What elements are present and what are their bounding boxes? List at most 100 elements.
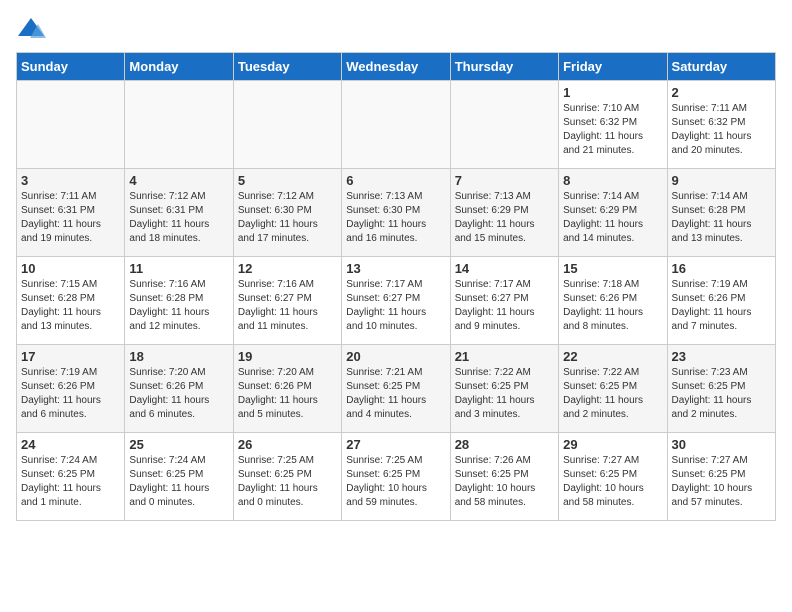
day-info: Sunrise: 7:23 AM Sunset: 6:25 PM Dayligh… [672,366,771,422]
day-number: 29 [563,437,662,452]
calendar-cell: 12 Sunrise: 7:16 AM Sunset: 6:27 PM Dayli… [233,257,341,345]
day-info: Sunrise: 7:13 AM Sunset: 6:29 PM Dayligh… [455,190,554,246]
calendar-cell: 26 Sunrise: 7:25 AM Sunset: 6:25 PM Dayli… [233,433,341,521]
calendar-cell: 16 Sunrise: 7:19 AM Sunset: 6:26 PM Dayli… [667,257,775,345]
day-number: 28 [455,437,554,452]
day-info: Sunrise: 7:25 AM Sunset: 6:25 PM Dayligh… [238,454,337,510]
day-info: Sunrise: 7:11 AM Sunset: 6:31 PM Dayligh… [21,190,120,246]
calendar-cell: 30 Sunrise: 7:27 AM Sunset: 6:25 PM Dayli… [667,433,775,521]
calendar-cell: 22 Sunrise: 7:22 AM Sunset: 6:25 PM Dayli… [559,345,667,433]
day-info: Sunrise: 7:24 AM Sunset: 6:25 PM Dayligh… [129,454,228,510]
day-number: 3 [21,173,120,188]
header [16,16,776,40]
calendar-cell: 17 Sunrise: 7:19 AM Sunset: 6:26 PM Dayli… [17,345,125,433]
day-info: Sunrise: 7:12 AM Sunset: 6:31 PM Dayligh… [129,190,228,246]
day-number: 8 [563,173,662,188]
day-info: Sunrise: 7:17 AM Sunset: 6:27 PM Dayligh… [455,278,554,334]
day-info: Sunrise: 7:14 AM Sunset: 6:28 PM Dayligh… [672,190,771,246]
day-info: Sunrise: 7:22 AM Sunset: 6:25 PM Dayligh… [563,366,662,422]
day-info: Sunrise: 7:25 AM Sunset: 6:25 PM Dayligh… [346,454,445,510]
day-number: 5 [238,173,337,188]
day-number: 10 [21,261,120,276]
calendar-cell: 20 Sunrise: 7:21 AM Sunset: 6:25 PM Dayli… [342,345,450,433]
day-number: 26 [238,437,337,452]
day-number: 11 [129,261,228,276]
week-row-0: 1 Sunrise: 7:10 AM Sunset: 6:32 PM Daylig… [17,81,776,169]
day-info: Sunrise: 7:12 AM Sunset: 6:30 PM Dayligh… [238,190,337,246]
day-info: Sunrise: 7:26 AM Sunset: 6:25 PM Dayligh… [455,454,554,510]
day-info: Sunrise: 7:20 AM Sunset: 6:26 PM Dayligh… [129,366,228,422]
calendar-cell [125,81,233,169]
day-info: Sunrise: 7:27 AM Sunset: 6:25 PM Dayligh… [672,454,771,510]
day-number: 20 [346,349,445,364]
day-number: 13 [346,261,445,276]
calendar-cell: 29 Sunrise: 7:27 AM Sunset: 6:25 PM Dayli… [559,433,667,521]
calendar-cell: 4 Sunrise: 7:12 AM Sunset: 6:31 PM Daylig… [125,169,233,257]
day-number: 19 [238,349,337,364]
calendar-cell: 11 Sunrise: 7:16 AM Sunset: 6:28 PM Dayli… [125,257,233,345]
day-header-thursday: Thursday [450,53,558,81]
day-header-friday: Friday [559,53,667,81]
calendar-cell: 9 Sunrise: 7:14 AM Sunset: 6:28 PM Daylig… [667,169,775,257]
week-row-2: 10 Sunrise: 7:15 AM Sunset: 6:28 PM Dayli… [17,257,776,345]
calendar-cell: 7 Sunrise: 7:13 AM Sunset: 6:29 PM Daylig… [450,169,558,257]
day-number: 30 [672,437,771,452]
calendar-cell: 5 Sunrise: 7:12 AM Sunset: 6:30 PM Daylig… [233,169,341,257]
day-number: 21 [455,349,554,364]
day-number: 2 [672,85,771,100]
calendar-cell [17,81,125,169]
day-number: 9 [672,173,771,188]
day-number: 18 [129,349,228,364]
day-header-monday: Monday [125,53,233,81]
calendar-cell: 19Sunrise: 7:20 AM Sunset: 6:26 PM Dayli… [233,345,341,433]
day-info: Sunrise: 7:19 AM Sunset: 6:26 PM Dayligh… [672,278,771,334]
day-info: Sunrise: 7:16 AM Sunset: 6:27 PM Dayligh… [238,278,337,334]
day-header-tuesday: Tuesday [233,53,341,81]
calendar-cell: 24 Sunrise: 7:24 AM Sunset: 6:25 PM Dayli… [17,433,125,521]
day-info: Sunrise: 7:16 AM Sunset: 6:28 PM Dayligh… [129,278,228,334]
day-number: 7 [455,173,554,188]
day-info: Sunrise: 7:27 AM Sunset: 6:25 PM Dayligh… [563,454,662,510]
day-info: Sunrise: 7:11 AM Sunset: 6:32 PM Dayligh… [672,102,771,158]
day-number: 22 [563,349,662,364]
week-row-3: 17 Sunrise: 7:19 AM Sunset: 6:26 PM Dayli… [17,345,776,433]
logo-icon [16,16,46,40]
day-number: 27 [346,437,445,452]
day-info: Sunrise: 7:14 AM Sunset: 6:29 PM Dayligh… [563,190,662,246]
day-info: Sunrise: 7:19 AM Sunset: 6:26 PM Dayligh… [21,366,120,422]
calendar-cell [450,81,558,169]
day-number: 1 [563,85,662,100]
calendar-cell: 14 Sunrise: 7:17 AM Sunset: 6:27 PM Dayli… [450,257,558,345]
calendar-cell: 10 Sunrise: 7:15 AM Sunset: 6:28 PM Dayli… [17,257,125,345]
calendar-cell: 21Sunrise: 7:22 AM Sunset: 6:25 PM Dayli… [450,345,558,433]
day-number: 24 [21,437,120,452]
calendar-cell: 15 Sunrise: 7:18 AM Sunset: 6:26 PM Dayli… [559,257,667,345]
day-number: 16 [672,261,771,276]
day-header-saturday: Saturday [667,53,775,81]
day-header-wednesday: Wednesday [342,53,450,81]
calendar-cell: 3 Sunrise: 7:11 AM Sunset: 6:31 PM Daylig… [17,169,125,257]
day-info: Sunrise: 7:21 AM Sunset: 6:25 PM Dayligh… [346,366,445,422]
calendar-cell: 25Sunrise: 7:24 AM Sunset: 6:25 PM Dayli… [125,433,233,521]
calendar-cell: 18 Sunrise: 7:20 AM Sunset: 6:26 PM Dayli… [125,345,233,433]
day-info: Sunrise: 7:24 AM Sunset: 6:25 PM Dayligh… [21,454,120,510]
day-info: Sunrise: 7:10 AM Sunset: 6:32 PM Dayligh… [563,102,662,158]
day-number: 4 [129,173,228,188]
day-number: 14 [455,261,554,276]
calendar-cell [233,81,341,169]
day-info: Sunrise: 7:17 AM Sunset: 6:27 PM Dayligh… [346,278,445,334]
calendar-cell: 6Sunrise: 7:13 AM Sunset: 6:30 PM Daylig… [342,169,450,257]
calendar-cell: 2 Sunrise: 7:11 AM Sunset: 6:32 PM Daylig… [667,81,775,169]
day-info: Sunrise: 7:15 AM Sunset: 6:28 PM Dayligh… [21,278,120,334]
day-number: 15 [563,261,662,276]
day-info: Sunrise: 7:18 AM Sunset: 6:26 PM Dayligh… [563,278,662,334]
calendar-cell: 8 Sunrise: 7:14 AM Sunset: 6:29 PM Daylig… [559,169,667,257]
calendar-cell: 27 Sunrise: 7:25 AM Sunset: 6:25 PM Dayli… [342,433,450,521]
day-number: 12 [238,261,337,276]
day-number: 6 [346,173,445,188]
calendar-cell: 1 Sunrise: 7:10 AM Sunset: 6:32 PM Daylig… [559,81,667,169]
calendar-cell: 28 Sunrise: 7:26 AM Sunset: 6:25 PM Dayli… [450,433,558,521]
day-number: 17 [21,349,120,364]
day-header-sunday: Sunday [17,53,125,81]
logo [16,16,50,40]
